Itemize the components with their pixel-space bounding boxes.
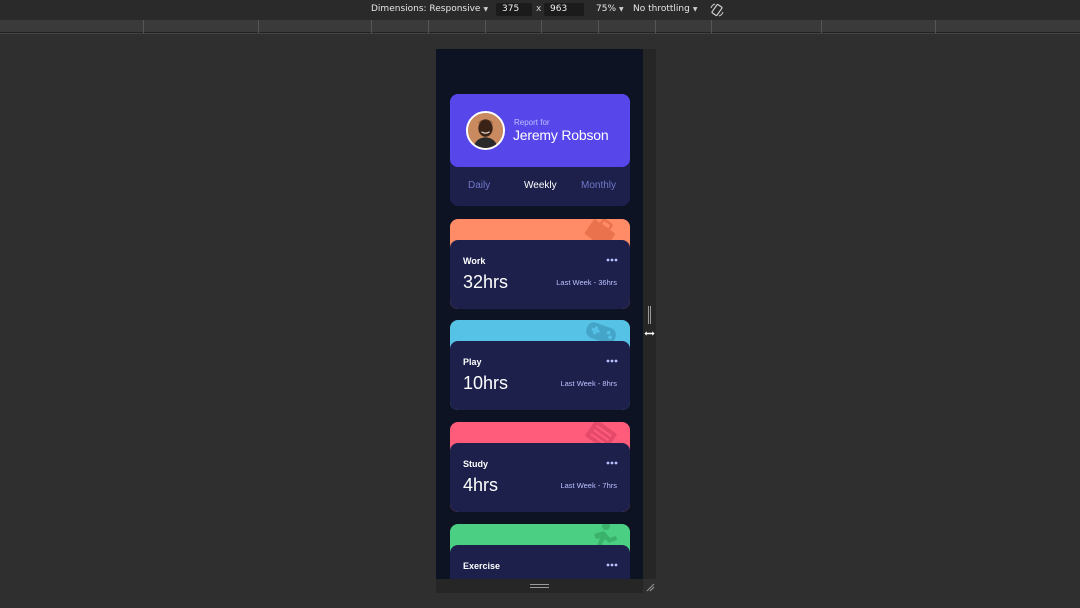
- tab-daily[interactable]: Daily: [468, 180, 490, 191]
- dimensions-dropdown[interactable]: Dimensions: Responsive ▼: [371, 4, 488, 14]
- more-options-icon[interactable]: [606, 461, 618, 465]
- zoom-label: 75%: [596, 4, 617, 14]
- card-title: Exercise: [463, 561, 501, 571]
- avatar-photo-icon: [468, 113, 503, 148]
- ruler-tick: [371, 20, 372, 33]
- more-options-icon[interactable]: [606, 563, 618, 567]
- ruler-tick: [485, 20, 486, 33]
- resize-arrows-icon[interactable]: [643, 328, 656, 339]
- card-body[interactable]: Study 4hrs Last Week - 7hrs: [450, 443, 630, 512]
- activity-card-study: Study 4hrs Last Week - 7hrs: [450, 422, 630, 512]
- more-options-icon[interactable]: [606, 359, 618, 363]
- height-input[interactable]: 963: [544, 3, 584, 16]
- ruler-tick: [258, 20, 259, 33]
- profile-header: Report for Jeremy Robson: [450, 94, 630, 167]
- resize-handle-icon[interactable]: [530, 584, 549, 588]
- card-previous: Last Week - 7hrs: [560, 481, 617, 490]
- card-body[interactable]: Work 32hrs Last Week - 36hrs: [450, 240, 630, 309]
- chevron-down-icon: ▼: [619, 5, 624, 13]
- throttling-dropdown[interactable]: No throttling ▼: [633, 4, 697, 14]
- width-input[interactable]: 375: [496, 3, 532, 16]
- resize-handle-icon[interactable]: [648, 306, 651, 324]
- card-previous: Last Week - 36hrs: [556, 278, 617, 287]
- ruler-tick: [711, 20, 712, 33]
- devtools-toolbar: Dimensions: Responsive ▼ 375 x 963 75% ▼…: [0, 0, 1080, 20]
- chevron-down-icon: ▼: [692, 5, 698, 13]
- card-hours: 10hrs: [463, 373, 509, 393]
- ruler-divider: [0, 33, 1080, 34]
- card-previous: Last Week - 8hrs: [560, 379, 617, 388]
- chevron-down-icon: ▼: [483, 5, 489, 13]
- card-title: Play: [463, 357, 482, 367]
- ruler-tick: [821, 20, 822, 33]
- throttling-label: No throttling: [633, 4, 690, 14]
- tab-monthly[interactable]: Monthly: [581, 180, 616, 191]
- card-body[interactable]: Play 10hrs Last Week - 8hrs: [450, 341, 630, 410]
- dimension-separator: x: [536, 4, 542, 14]
- avatar: [466, 111, 505, 150]
- more-options-icon[interactable]: [606, 258, 618, 262]
- device-viewport: Report for Jeremy Robson Daily Weekly Mo…: [436, 49, 643, 579]
- card-title: Study: [463, 459, 489, 469]
- report-for-label: Report for: [514, 118, 550, 127]
- ruler-tick: [935, 20, 936, 33]
- activity-card-play: Play 10hrs Last Week - 8hrs: [450, 320, 630, 410]
- corner-resize-icon[interactable]: [645, 582, 655, 592]
- zoom-dropdown[interactable]: 75% ▼: [596, 4, 624, 14]
- ruler-tick: [541, 20, 542, 33]
- card-hours: 4hrs: [463, 475, 499, 495]
- timeframe-tabs: Daily Weekly Monthly: [450, 180, 630, 194]
- tab-weekly[interactable]: Weekly: [524, 180, 557, 191]
- activity-card-exercise: Exercise: [450, 524, 630, 579]
- card-body[interactable]: Exercise: [450, 545, 630, 579]
- dimensions-label: Dimensions: Responsive: [371, 4, 481, 14]
- activity-card-work: Work 32hrs Last Week - 36hrs: [450, 219, 630, 309]
- card-hours: 32hrs: [463, 272, 509, 292]
- ruler-tick: [143, 20, 144, 33]
- ruler-tick: [598, 20, 599, 33]
- person-name: Jeremy Robson: [513, 127, 609, 143]
- card-title: Work: [463, 256, 486, 266]
- rotate-icon[interactable]: [709, 2, 725, 18]
- ruler-tick: [655, 20, 656, 33]
- profile-card: Report for Jeremy Robson Daily Weekly Mo…: [450, 94, 630, 206]
- ruler-tick: [428, 20, 429, 33]
- media-query-ruler: [0, 20, 1080, 33]
